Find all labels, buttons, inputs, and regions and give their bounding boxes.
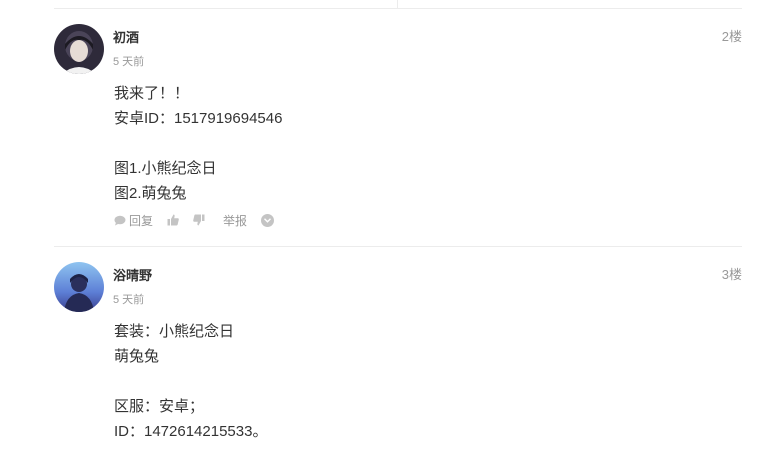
avatar[interactable]: [54, 262, 104, 312]
content-line: [114, 131, 282, 156]
content-line: 安卓ID：1517919694546: [114, 110, 283, 127]
top-divider: [54, 8, 742, 9]
chevron-down-icon: [264, 217, 272, 223]
thumbs-up-icon: [167, 214, 179, 226]
post-time: 5 天前: [113, 56, 145, 68]
content-line: 图2.萌兔兔: [114, 185, 187, 202]
dislike-button[interactable]: [193, 214, 205, 226]
author-name[interactable]: 初酒: [113, 27, 139, 46]
content-line: [114, 369, 267, 394]
post-content: 套装：小熊纪念日 萌兔兔 区服：安卓； ID：1472614215533。: [114, 319, 267, 444]
reply-label: 回复: [129, 213, 154, 228]
post-actions: 回复 举报: [114, 212, 275, 229]
avatar[interactable]: [54, 24, 104, 74]
content-line: ID：1472614215533。: [114, 423, 268, 440]
more-options-button[interactable]: [261, 213, 275, 227]
content-line: 我来了！！: [114, 85, 190, 102]
top-column-divider: [397, 0, 398, 8]
content-line: 图1.小熊纪念日: [114, 160, 217, 177]
floor-number: 2楼: [721, 29, 742, 44]
thumbs-down-icon: [193, 214, 205, 226]
author-name[interactable]: 浴晴野: [113, 265, 152, 284]
floor-number: 3楼: [721, 267, 742, 282]
post-time: 5 天前: [113, 294, 145, 306]
post-divider: [54, 246, 742, 247]
reply-button[interactable]: 回复: [114, 212, 153, 229]
content-line: 萌兔兔: [114, 348, 160, 365]
chat-bubble-icon: [114, 215, 126, 225]
report-button[interactable]: 举报: [223, 212, 247, 229]
like-button[interactable]: [167, 214, 179, 226]
report-label: 举报: [223, 213, 248, 228]
content-line: 区服：安卓；: [114, 398, 205, 415]
content-line: 套装：小熊纪念日: [114, 323, 235, 340]
post-content: 我来了！！ 安卓ID：1517919694546 图1.小熊纪念日 图2.萌兔兔: [114, 81, 282, 206]
